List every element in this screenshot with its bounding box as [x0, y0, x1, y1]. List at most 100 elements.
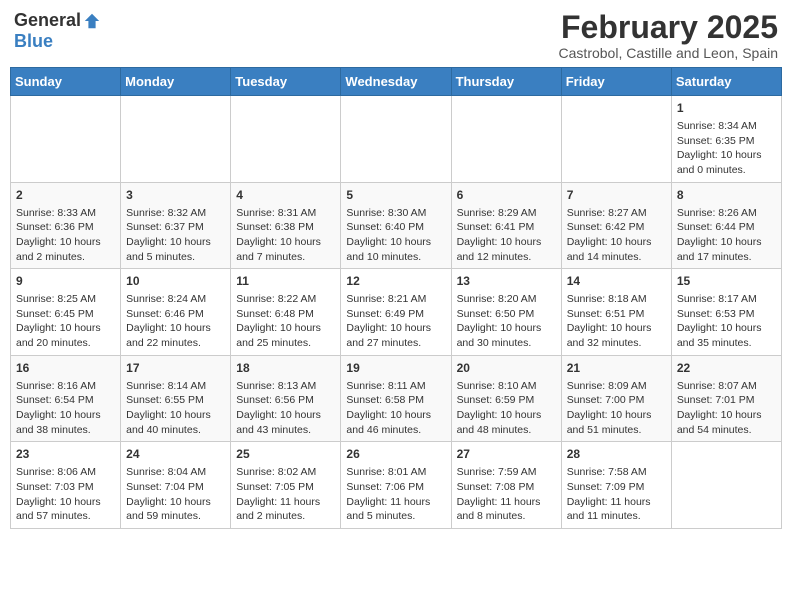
cell-info-line: Daylight: 10 hours and 35 minutes. — [677, 321, 776, 350]
calendar-cell: 25 Sunrise: 8:02 AMSunset: 7:05 PMDayligh… — [231, 442, 341, 529]
cell-info-line: Daylight: 10 hours and 43 minutes. — [236, 408, 335, 437]
cell-info-line: Sunset: 6:36 PM — [16, 220, 115, 235]
day-number: 13 — [457, 273, 556, 290]
cell-info-line: Daylight: 10 hours and 22 minutes. — [126, 321, 225, 350]
logo-blue: Blue — [14, 31, 53, 52]
cell-info-line: Sunrise: 8:20 AM — [457, 292, 556, 307]
calendar-cell: 17Sunrise: 8:14 AMSunset: 6:55 PMDayligh… — [121, 355, 231, 442]
cell-info-line: Sunset: 6:56 PM — [236, 393, 335, 408]
calendar-cell: 7 Sunrise: 8:27 AMSunset: 6:42 PMDaylight… — [561, 182, 671, 269]
cell-info-line: Daylight: 11 hours and 8 minutes. — [457, 495, 556, 524]
day-number: 16 — [16, 360, 115, 377]
cell-info-line: Sunrise: 8:22 AM — [236, 292, 335, 307]
calendar-cell: 13Sunrise: 8:20 AMSunset: 6:50 PMDayligh… — [451, 269, 561, 356]
page-header: General Blue February 2025 Castrobol, Ca… — [10, 10, 782, 61]
calendar-cell — [561, 96, 671, 183]
day-number: 14 — [567, 273, 666, 290]
cell-info-line: Sunset: 6:59 PM — [457, 393, 556, 408]
cell-info-line: Sunset: 6:58 PM — [346, 393, 445, 408]
cell-info-line: Daylight: 10 hours and 38 minutes. — [16, 408, 115, 437]
weekday-header: Friday — [561, 68, 671, 96]
day-number: 23 — [16, 446, 115, 463]
weekday-header: Sunday — [11, 68, 121, 96]
cell-info-line: Sunrise: 8:32 AM — [126, 206, 225, 221]
day-number: 25 — [236, 446, 335, 463]
calendar-cell: 26Sunrise: 8:01 AMSunset: 7:06 PMDayligh… — [341, 442, 451, 529]
cell-info-line: Sunrise: 8:26 AM — [677, 206, 776, 221]
day-number: 11 — [236, 273, 335, 290]
cell-info-line: Sunrise: 8:25 AM — [16, 292, 115, 307]
cell-info-line: Sunset: 7:00 PM — [567, 393, 666, 408]
day-number: 18 — [236, 360, 335, 377]
cell-info-line: Daylight: 10 hours and 7 minutes. — [236, 235, 335, 264]
calendar-cell: 15Sunrise: 8:17 AMSunset: 6:53 PMDayligh… — [671, 269, 781, 356]
cell-info-line: Sunrise: 8:02 AM — [236, 465, 335, 480]
cell-info-line: Sunset: 7:08 PM — [457, 480, 556, 495]
calendar-cell: 23Sunrise: 8:06 AMSunset: 7:03 PMDayligh… — [11, 442, 121, 529]
title-block: February 2025 Castrobol, Castille and Le… — [559, 10, 778, 61]
calendar-cell: 14Sunrise: 8:18 AMSunset: 6:51 PMDayligh… — [561, 269, 671, 356]
day-number: 4 — [236, 187, 335, 204]
cell-info-line: Sunset: 7:03 PM — [16, 480, 115, 495]
calendar-cell: 9Sunrise: 8:25 AMSunset: 6:45 PMDaylight… — [11, 269, 121, 356]
cell-info-line: Daylight: 10 hours and 32 minutes. — [567, 321, 666, 350]
cell-info-line: Daylight: 10 hours and 5 minutes. — [126, 235, 225, 264]
cell-info-line: Sunrise: 8:17 AM — [677, 292, 776, 307]
day-number: 17 — [126, 360, 225, 377]
cell-info-line: Daylight: 10 hours and 48 minutes. — [457, 408, 556, 437]
calendar-cell: 20Sunrise: 8:10 AMSunset: 6:59 PMDayligh… — [451, 355, 561, 442]
calendar-cell — [121, 96, 231, 183]
cell-info-line: Sunrise: 8:07 AM — [677, 379, 776, 394]
calendar-cell: 18Sunrise: 8:13 AMSunset: 6:56 PMDayligh… — [231, 355, 341, 442]
day-number: 22 — [677, 360, 776, 377]
cell-info-line: Daylight: 10 hours and 14 minutes. — [567, 235, 666, 264]
calendar-cell — [231, 96, 341, 183]
day-number: 10 — [126, 273, 225, 290]
cell-info-line: Sunrise: 8:33 AM — [16, 206, 115, 221]
calendar-cell: 6Sunrise: 8:29 AMSunset: 6:41 PMDaylight… — [451, 182, 561, 269]
cell-info-line: Sunrise: 8:29 AM — [457, 206, 556, 221]
day-number: 26 — [346, 446, 445, 463]
day-number: 8 — [677, 187, 776, 204]
calendar-week-row: 23 Sunrise: 8:06 AMSunset: 7:03 PM Dayligh… — [11, 442, 782, 529]
location-title: Castrobol, Castille and Leon, Spain — [559, 45, 778, 61]
day-number: 20 — [457, 360, 556, 377]
cell-info-line: Sunset: 6:48 PM — [236, 307, 335, 322]
cell-info-line: Sunset: 7:01 PM — [677, 393, 776, 408]
day-number: 1 — [677, 100, 776, 117]
weekday-header: Tuesday — [231, 68, 341, 96]
cell-info-line: Daylight: 11 hours and 2 minutes. — [236, 495, 335, 524]
cell-info-line: Sunset: 6:38 PM — [236, 220, 335, 235]
cell-info-line: Daylight: 10 hours and 0 minutes. — [677, 148, 776, 177]
cell-info-line: Sunset: 6:41 PM — [457, 220, 556, 235]
calendar-cell: 27Sunrise: 7:59 AMSunset: 7:08 PMDayligh… — [451, 442, 561, 529]
cell-info-line: Sunset: 6:51 PM — [567, 307, 666, 322]
cell-info-line: Sunrise: 8:31 AM — [236, 206, 335, 221]
cell-info-line: Sunrise: 8:06 AM — [16, 465, 115, 480]
cell-info-line: Sunset: 6:49 PM — [346, 307, 445, 322]
calendar-cell: 2Sunrise: 8:33 AMSunset: 6:36 PMDaylight… — [11, 182, 121, 269]
cell-info-line: Daylight: 11 hours and 11 minutes. — [567, 495, 666, 524]
calendar-cell — [671, 442, 781, 529]
calendar-cell: 22Sunrise: 8:07 AMSunset: 7:01 PMDayligh… — [671, 355, 781, 442]
day-number: 7 — [567, 187, 666, 204]
day-number: 6 — [457, 187, 556, 204]
cell-info-line: Sunrise: 8:16 AM — [16, 379, 115, 394]
cell-info-line: Sunset: 7:05 PM — [236, 480, 335, 495]
calendar-cell — [341, 96, 451, 183]
cell-info-line: Sunset: 6:42 PM — [567, 220, 666, 235]
cell-info-line: Daylight: 10 hours and 2 minutes. — [16, 235, 115, 264]
cell-info-line: Sunrise: 8:27 AM — [567, 206, 666, 221]
cell-info-line: Daylight: 10 hours and 17 minutes. — [677, 235, 776, 264]
calendar-cell: 11Sunrise: 8:22 AMSunset: 6:48 PMDayligh… — [231, 269, 341, 356]
cell-info-line: Sunrise: 8:34 AM — [677, 119, 776, 134]
cell-info-line: Sunset: 6:45 PM — [16, 307, 115, 322]
cell-info-line: Daylight: 10 hours and 10 minutes. — [346, 235, 445, 264]
cell-info-line: Daylight: 10 hours and 46 minutes. — [346, 408, 445, 437]
calendar-week-row: 16Sunrise: 8:16 AMSunset: 6:54 PMDayligh… — [11, 355, 782, 442]
cell-info-line: Daylight: 10 hours and 59 minutes. — [126, 495, 225, 524]
weekday-header-row: SundayMondayTuesdayWednesdayThursdayFrid… — [11, 68, 782, 96]
cell-info-line: Sunrise: 8:30 AM — [346, 206, 445, 221]
cell-info-line: Sunset: 6:50 PM — [457, 307, 556, 322]
calendar-cell: 8Sunrise: 8:26 AMSunset: 6:44 PMDaylight… — [671, 182, 781, 269]
